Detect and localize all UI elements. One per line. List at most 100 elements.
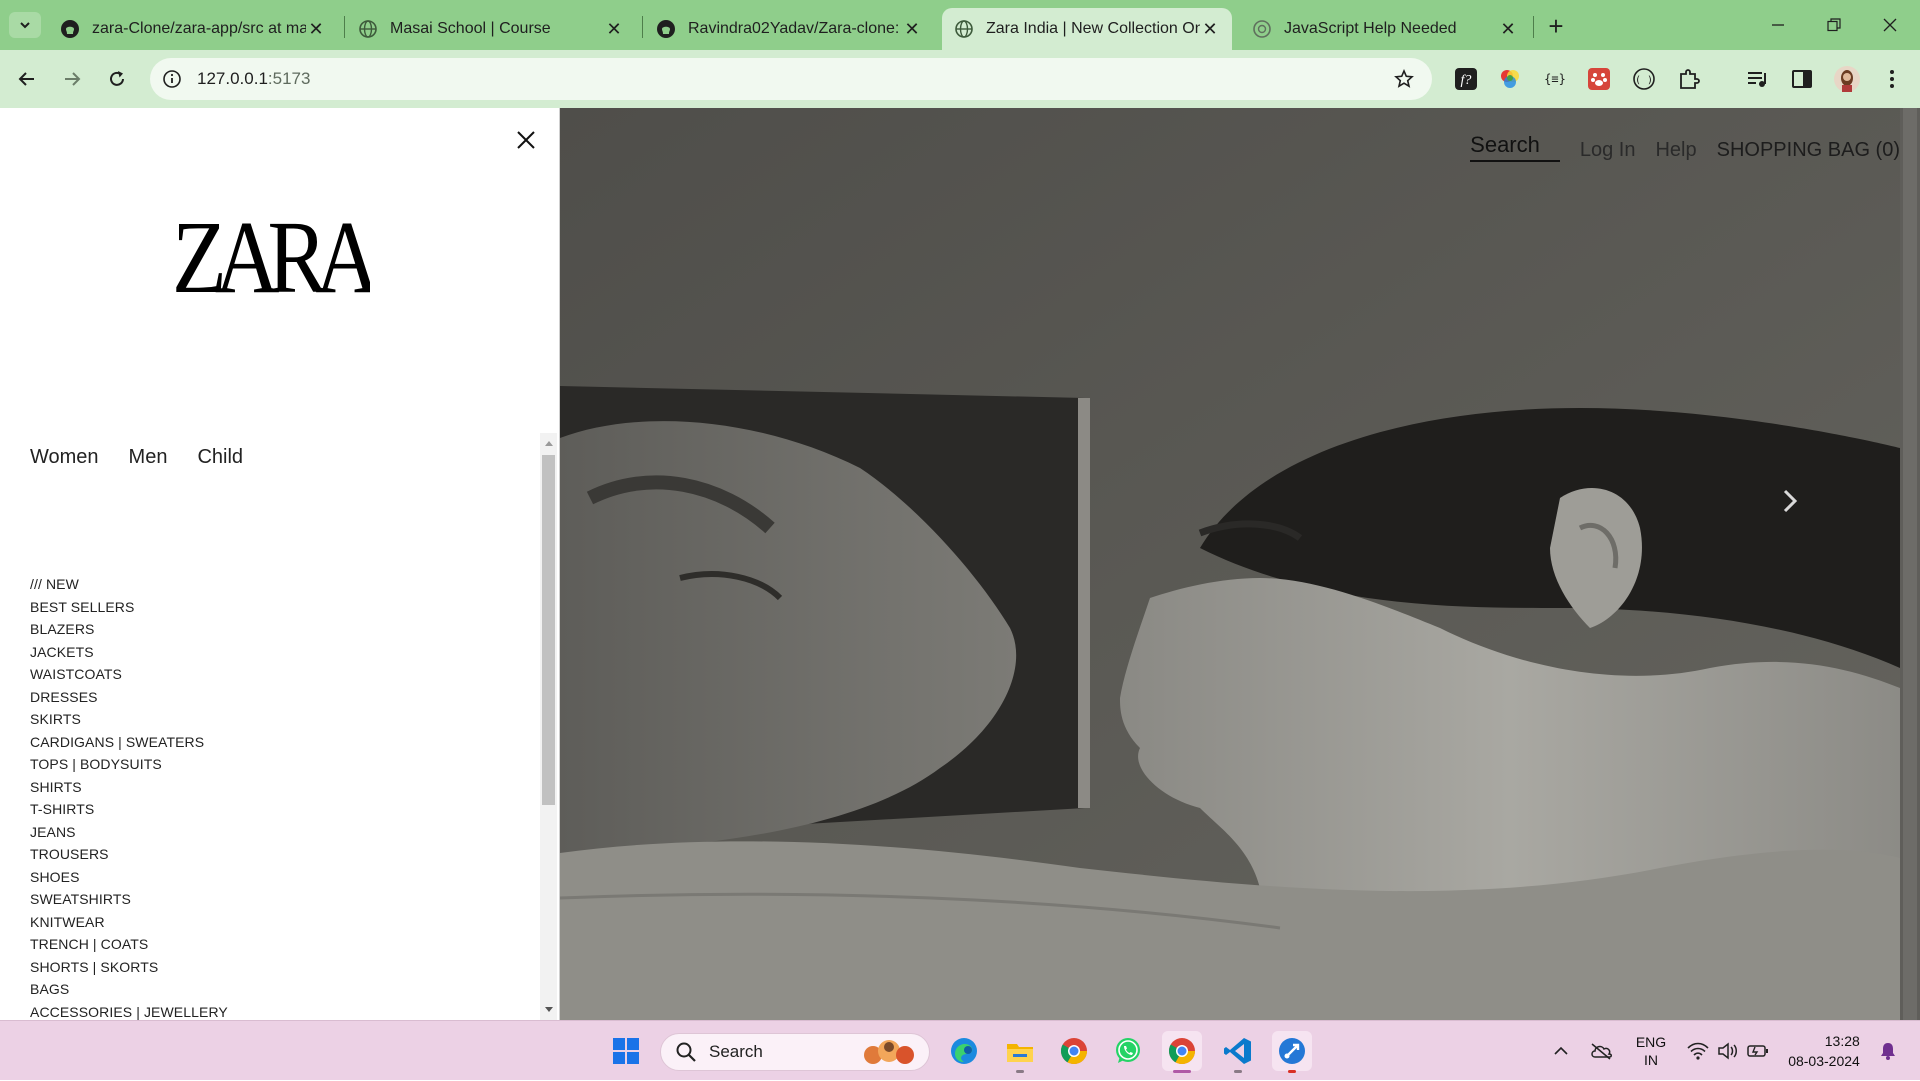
category-link[interactable]: BLAZERS <box>30 618 228 641</box>
search-icon <box>676 1042 696 1062</box>
category-link[interactable]: BEST SELLERS <box>30 596 228 619</box>
language-indicator[interactable]: ENG IN <box>1630 1021 1672 1081</box>
close-window-button[interactable] <box>1870 10 1910 40</box>
page-scrollbar[interactable] <box>1900 108 1920 1020</box>
paw-extension-icon[interactable] <box>1585 65 1613 93</box>
close-tab-icon[interactable]: ✕ <box>604 19 624 39</box>
search-link[interactable]: Search <box>1470 132 1560 162</box>
address-bar[interactable]: 127.0.0.1:5173 <box>150 58 1432 100</box>
category-link[interactable]: TROUSERS <box>30 843 228 866</box>
start-button[interactable] <box>606 1031 646 1071</box>
notifications-button[interactable] <box>1874 1021 1902 1081</box>
chrome-app-icon[interactable] <box>1054 1031 1094 1071</box>
close-tab-icon[interactable]: ✕ <box>1200 19 1220 39</box>
back-button[interactable] <box>11 63 43 95</box>
chevron-right-icon <box>1783 489 1798 513</box>
svg-text:( ): ( ) <box>1635 75 1653 86</box>
chrome-profile-app-icon[interactable] <box>1162 1031 1202 1073</box>
new-tab-button[interactable]: + <box>1542 11 1570 41</box>
category-link[interactable]: SKIRTS <box>30 708 228 731</box>
category-list: /// NEW BEST SELLERS BLAZERS JACKETS WAI… <box>30 573 228 1020</box>
scrollbar-thumb[interactable] <box>542 455 555 805</box>
profile-avatar[interactable] <box>1833 65 1861 93</box>
browser-tab-strip: zara-Clone/zara-app/src at main ✕ Masai … <box>0 0 1920 50</box>
tab-search-button[interactable] <box>9 12 41 38</box>
show-hidden-icons-button[interactable] <box>1548 1021 1574 1081</box>
category-link[interactable]: JACKETS <box>30 641 228 664</box>
close-menu-button[interactable] <box>514 128 538 152</box>
json-extension-icon[interactable]: {≡} <box>1541 65 1569 93</box>
category-link[interactable]: DRESSES <box>30 686 228 709</box>
category-link[interactable]: CARDIGANS | SWEATERS <box>30 731 228 754</box>
bookmark-star-icon[interactable] <box>1392 67 1416 91</box>
category-link[interactable]: /// NEW <box>30 573 228 596</box>
taskbar-search[interactable]: Search <box>660 1033 930 1071</box>
file-explorer-app-icon[interactable] <box>1000 1031 1040 1073</box>
category-link[interactable]: SHOES <box>30 866 228 889</box>
zara-logo[interactable]: ZARA <box>170 200 394 315</box>
github-icon <box>61 20 79 38</box>
battery-tray-icon[interactable] <box>1744 1021 1772 1081</box>
close-tab-icon[interactable]: ✕ <box>306 19 326 39</box>
vscode-app-icon[interactable] <box>1218 1031 1258 1073</box>
minimize-button[interactable] <box>1758 10 1798 40</box>
app-running-indicator <box>1016 1070 1024 1073</box>
browser-tab[interactable]: JavaScript Help Needed ✕ <box>1240 8 1530 50</box>
category-link[interactable]: TRENCH | COATS <box>30 933 228 956</box>
whatsapp-app-icon[interactable] <box>1108 1031 1148 1071</box>
carousel-next-button[interactable] <box>1780 486 1810 526</box>
formula-extension-icon[interactable]: f? <box>1452 65 1480 93</box>
tab-women[interactable]: Women <box>30 446 99 469</box>
restore-button[interactable] <box>1814 10 1854 40</box>
site-info-icon[interactable] <box>160 67 184 91</box>
side-panel-icon[interactable] <box>1788 65 1816 93</box>
arrow-right-icon <box>65 72 81 86</box>
category-link[interactable]: ACCESSORIES | JEWELLERY <box>30 1001 228 1021</box>
category-link[interactable]: BAGS <box>30 978 228 1001</box>
category-link[interactable]: SHIRTS <box>30 776 228 799</box>
browser-menu-icon[interactable] <box>1878 65 1906 93</box>
browser-tab[interactable]: zara-Clone/zara-app/src at main ✕ <box>48 8 338 50</box>
volume-tray-icon[interactable] <box>1714 1021 1742 1081</box>
restore-icon <box>1827 18 1841 32</box>
category-link[interactable]: WAISTCOATS <box>30 663 228 686</box>
login-link[interactable]: Log In <box>1580 139 1636 162</box>
dev-tool-app-icon[interactable] <box>1272 1031 1312 1073</box>
clock-date: 08-03-2024 <box>1788 1053 1860 1069</box>
code-extension-icon[interactable]: ( ) <box>1630 65 1658 93</box>
extensions-puzzle-icon[interactable] <box>1675 65 1703 93</box>
onedrive-tray-icon[interactable] <box>1586 1021 1616 1081</box>
category-link[interactable]: TOPS | BODYSUITS <box>30 753 228 776</box>
close-tab-icon[interactable]: ✕ <box>902 19 922 39</box>
shopping-bag-link[interactable]: SHOPPING BAG (0) <box>1717 139 1900 162</box>
scroll-up-arrow-icon[interactable] <box>540 435 557 451</box>
hero-carousel: Search Log In Help SHOPPING BAG (0) <box>560 108 1900 1020</box>
url-text: 127.0.0.1:5173 <box>197 69 310 89</box>
tab-title: Masai School | Course <box>390 20 551 37</box>
forward-button[interactable] <box>56 63 88 95</box>
scroll-down-arrow-icon[interactable] <box>540 1002 557 1018</box>
color-picker-extension-icon[interactable] <box>1496 65 1524 93</box>
category-link[interactable]: SHORTS | SKORTS <box>30 956 228 979</box>
category-link[interactable]: KNITWEAR <box>30 911 228 934</box>
reload-button[interactable] <box>101 63 133 95</box>
category-link[interactable]: SWEATSHIRTS <box>30 888 228 911</box>
help-link[interactable]: Help <box>1655 139 1696 162</box>
clock[interactable]: 13:28 08-03-2024 <box>1780 1021 1868 1081</box>
browser-tab[interactable]: Ravindra02Yadav/Zara-clone: Th ✕ <box>644 8 934 50</box>
tab-child[interactable]: Child <box>197 446 243 469</box>
browser-tab-active[interactable]: Zara India | New Collection On ✕ <box>942 8 1232 50</box>
tab-men[interactable]: Men <box>129 446 168 469</box>
edge-app-icon[interactable] <box>944 1031 984 1071</box>
category-link[interactable]: T-SHIRTS <box>30 798 228 821</box>
category-link[interactable]: JEANS <box>30 821 228 844</box>
page-scrollbar-thumb[interactable] <box>1903 108 1917 1020</box>
wifi-tray-icon[interactable] <box>1684 1021 1712 1081</box>
browser-tab[interactable]: Masai School | Course ✕ <box>346 8 636 50</box>
sidebar-scrollbar[interactable] <box>540 433 557 1020</box>
tab-separator <box>1533 16 1534 38</box>
media-control-icon[interactable] <box>1743 65 1771 93</box>
globe-icon <box>359 20 377 38</box>
close-tab-icon[interactable]: ✕ <box>1498 19 1518 39</box>
chatgpt-icon <box>1253 20 1271 38</box>
